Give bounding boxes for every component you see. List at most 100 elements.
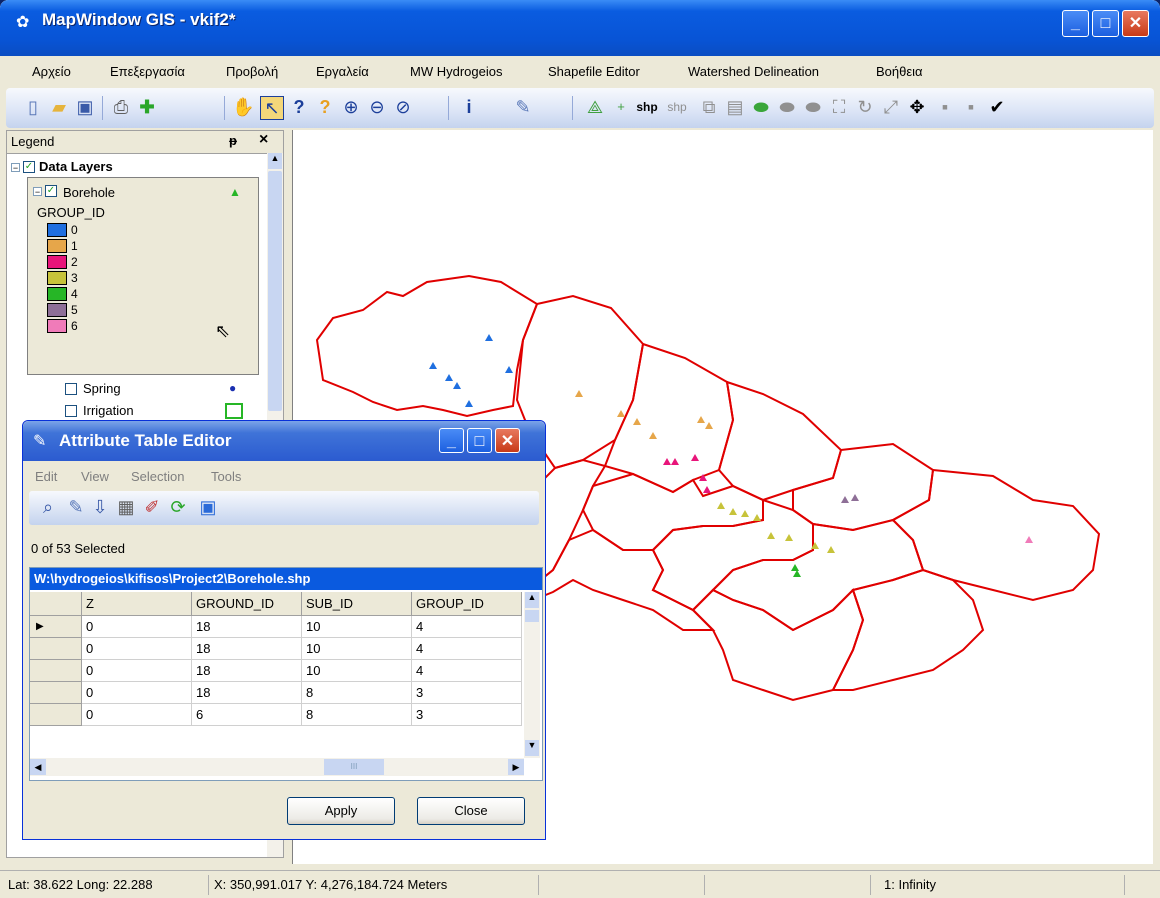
add-field-icon[interactable]: ▣ [197,496,219,518]
collapse-icon[interactable]: − [11,163,20,173]
refresh-icon[interactable]: ⟳ [167,496,189,518]
layer-irrigation[interactable]: Irrigation [83,403,134,418]
open-icon[interactable]: ▰ [48,96,70,118]
scroll-up-icon[interactable]: ▲ [525,592,539,608]
ate-title-bar[interactable]: ✎ Attribute Table Editor _ □ ✕ [23,421,545,461]
menu-view[interactable]: Προβολή [226,64,278,79]
shp-edit-icon[interactable]: shp [636,96,658,118]
menu-file[interactable]: Αρχείο [32,64,71,79]
shp-icon[interactable]: shp [666,96,688,118]
table-cell[interactable]: 8 [302,704,412,726]
table-cell[interactable]: 3 [412,704,522,726]
ate-menu-selection[interactable]: Selection [131,469,184,484]
calculate-field-icon[interactable]: ✐ [141,496,163,518]
maximize-button[interactable]: □ [1092,10,1119,37]
calculator-icon[interactable]: ▦ [115,496,137,518]
layer-borehole[interactable]: Borehole [63,185,115,200]
move-icon[interactable]: ✥ [906,96,928,118]
remove-vertex-icon[interactable]: ▪ [960,96,982,118]
table-cell[interactable]: 6 [192,704,302,726]
minimize-button[interactable]: _ [1062,10,1089,37]
layer-spring[interactable]: Spring [83,381,121,396]
select-icon[interactable]: ↖ [260,96,284,120]
add-layer-icon[interactable]: ✚ [136,96,158,118]
table-cell[interactable]: 18 [192,660,302,682]
ate-menu-edit[interactable]: Edit [35,469,57,484]
table-cell[interactable]: 0 [82,660,192,682]
add-vertex-icon[interactable]: ▪ [934,96,956,118]
row-header[interactable] [30,660,82,682]
scroll-thumb[interactable] [268,171,282,411]
search-icon[interactable]: ⌕ [37,496,59,518]
union-icon[interactable]: ⬬ [776,96,798,118]
resize-icon[interactable]: ⤢ [880,96,902,118]
grid-horizontal-scrollbar[interactable]: ◀ III ▶ [30,758,524,776]
intersect-icon[interactable]: ⬬ [802,96,824,118]
edit-icon[interactable]: ✎ [65,496,87,518]
scroll-thumb[interactable] [525,610,539,622]
menu-mw-hydrogeios[interactable]: MW Hydrogeios [410,64,502,79]
column-header-ground-id[interactable]: GROUND_ID [192,592,302,616]
borehole-checkbox[interactable]: ✓ [45,185,57,197]
menu-tools[interactable]: Εργαλεία [316,64,369,79]
attribute-grid[interactable]: W:\hydrogeios\kifisos\Project2\Borehole.… [29,567,543,781]
close-button[interactable]: ✕ [1122,10,1149,37]
apply-button[interactable]: Apply [287,797,395,825]
menu-shapefile-editor[interactable]: Shapefile Editor [548,64,640,79]
copy-icon[interactable]: ⧉ [698,96,720,118]
vertex-icon[interactable]: ⛶ [828,96,850,118]
pan-icon[interactable]: ✋ [232,96,254,118]
ate-close-button[interactable]: ✕ [495,428,520,453]
title-bar[interactable]: ✿ MapWindow GIS - vkif2* _ □ ✕ [0,0,1160,56]
table-cell[interactable]: 4 [412,638,522,660]
table-cell[interactable]: 18 [192,682,302,704]
zoom-out-icon[interactable]: ⊖ [366,96,388,118]
print-icon[interactable]: ⎙ [110,96,132,118]
table-cell[interactable]: 3 [412,682,522,704]
irrigation-checkbox[interactable] [65,405,77,417]
rotate-icon[interactable]: ↻ [854,96,876,118]
menu-edit[interactable]: Επεξεργασία [110,64,185,79]
import-icon[interactable]: ⇩ [89,496,111,518]
new-icon[interactable]: ▯ [22,96,44,118]
data-layers-checkbox[interactable]: ✓ [23,161,35,173]
scroll-thumb[interactable]: III [324,759,384,775]
row-header[interactable] [30,682,82,704]
table-cell[interactable]: 18 [192,616,302,638]
table-cell[interactable]: 0 [82,616,192,638]
table-cell[interactable]: 10 [302,638,412,660]
row-header[interactable] [30,638,82,660]
table-cell[interactable]: 0 [82,638,192,660]
table-cell[interactable]: 4 [412,660,522,682]
column-header-z[interactable]: Z [82,592,192,616]
merge-icon[interactable]: ⬬ [750,96,772,118]
edit-icon[interactable]: ✎ [512,96,534,118]
table-cell[interactable]: 10 [302,660,412,682]
close-dialog-button[interactable]: Close [417,797,525,825]
row-pointer-icon[interactable]: ▶ [30,616,82,638]
pin-icon[interactable]: ᵽ [229,133,237,148]
ate-menu-tools[interactable]: Tools [211,469,241,484]
spring-checkbox[interactable] [65,383,77,395]
add-point-icon[interactable]: + [610,96,632,118]
info-icon[interactable]: i [458,96,480,118]
check-icon[interactable]: ✔ [986,96,1008,118]
ate-menu-view[interactable]: View [81,469,109,484]
table-cell[interactable]: 0 [82,682,192,704]
table-cell[interactable]: 18 [192,638,302,660]
save-icon[interactable]: ▣ [74,96,96,118]
close-icon[interactable]: × [259,131,268,149]
scroll-left-icon[interactable]: ◀ [30,759,46,775]
collapse-icon[interactable]: − [33,187,42,197]
row-header[interactable] [30,704,82,726]
table-cell[interactable]: 10 [302,616,412,638]
query-icon[interactable]: ? [314,96,336,118]
paste-icon[interactable]: ▤ [724,96,746,118]
menu-help[interactable]: Βοήθεια [876,64,923,79]
new-shapefile-icon[interactable]: ⟁ [584,96,606,118]
scroll-down-icon[interactable]: ▼ [525,740,539,756]
table-cell[interactable]: 0 [82,704,192,726]
grid-vertical-scrollbar[interactable]: ▲ ▼ [524,592,540,758]
table-cell[interactable]: 4 [412,616,522,638]
group-data-layers[interactable]: Data Layers [39,159,113,174]
